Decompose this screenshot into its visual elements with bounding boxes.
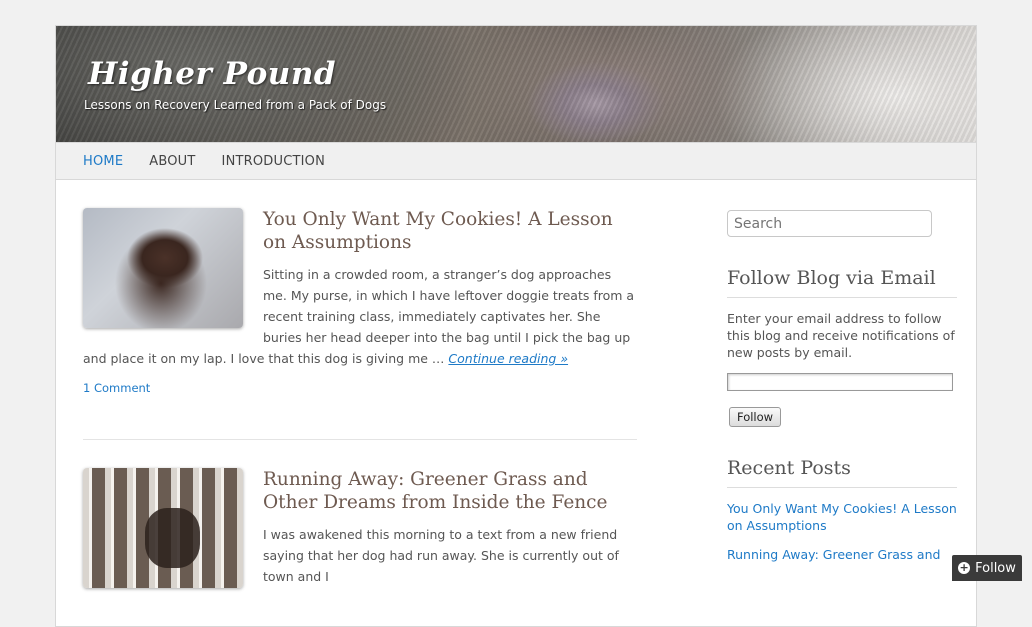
post-item: You Only Want My Cookies! A Lesson on As… xyxy=(83,208,637,395)
follow-widget-title: Follow Blog via Email xyxy=(727,267,957,298)
site-header-banner: Higher Pound Lessons on Recovery Learned… xyxy=(56,26,976,142)
post-thumbnail-puppy[interactable] xyxy=(83,208,243,328)
follow-button[interactable]: Follow xyxy=(729,406,782,427)
post-thumbnail-fence[interactable] xyxy=(83,468,243,588)
nav-introduction[interactable]: INTRODUCTION xyxy=(222,154,326,169)
floating-follow-button[interactable]: + Follow xyxy=(952,555,1022,581)
site-title[interactable]: Higher Pound xyxy=(88,56,336,92)
post-divider xyxy=(83,439,637,440)
post-item: Running Away: Greener Grass and Other Dr… xyxy=(83,468,637,588)
recent-posts-list: You Only Want My Cookies! A Lesson on As… xyxy=(727,500,957,563)
plus-circle-icon: + xyxy=(958,561,971,574)
email-field[interactable] xyxy=(727,372,953,391)
recent-posts-title: Recent Posts xyxy=(727,457,957,488)
recent-post-link[interactable]: You Only Want My Cookies! A Lesson on As… xyxy=(727,500,957,534)
sidebar: Follow Blog via Email Enter your email a… xyxy=(727,210,957,563)
search-input[interactable] xyxy=(727,210,932,237)
site-description: Lessons on Recovery Learned from a Pack … xyxy=(84,98,387,112)
floating-follow-label: Follow xyxy=(975,560,1016,576)
recent-post-link[interactable]: Running Away: Greener Grass and xyxy=(727,546,957,563)
main-navigation: HOME ABOUT INTRODUCTION xyxy=(56,142,976,180)
nav-home[interactable]: HOME xyxy=(83,154,123,169)
comments-link[interactable]: 1 Comment xyxy=(83,369,637,395)
follow-widget-text: Enter your email address to follow this … xyxy=(727,311,955,360)
nav-about[interactable]: ABOUT xyxy=(149,154,195,169)
continue-reading-link[interactable]: Continue reading » xyxy=(448,351,568,366)
page-container: Higher Pound Lessons on Recovery Learned… xyxy=(55,25,977,627)
post-list: You Only Want My Cookies! A Lesson on As… xyxy=(83,208,637,598)
